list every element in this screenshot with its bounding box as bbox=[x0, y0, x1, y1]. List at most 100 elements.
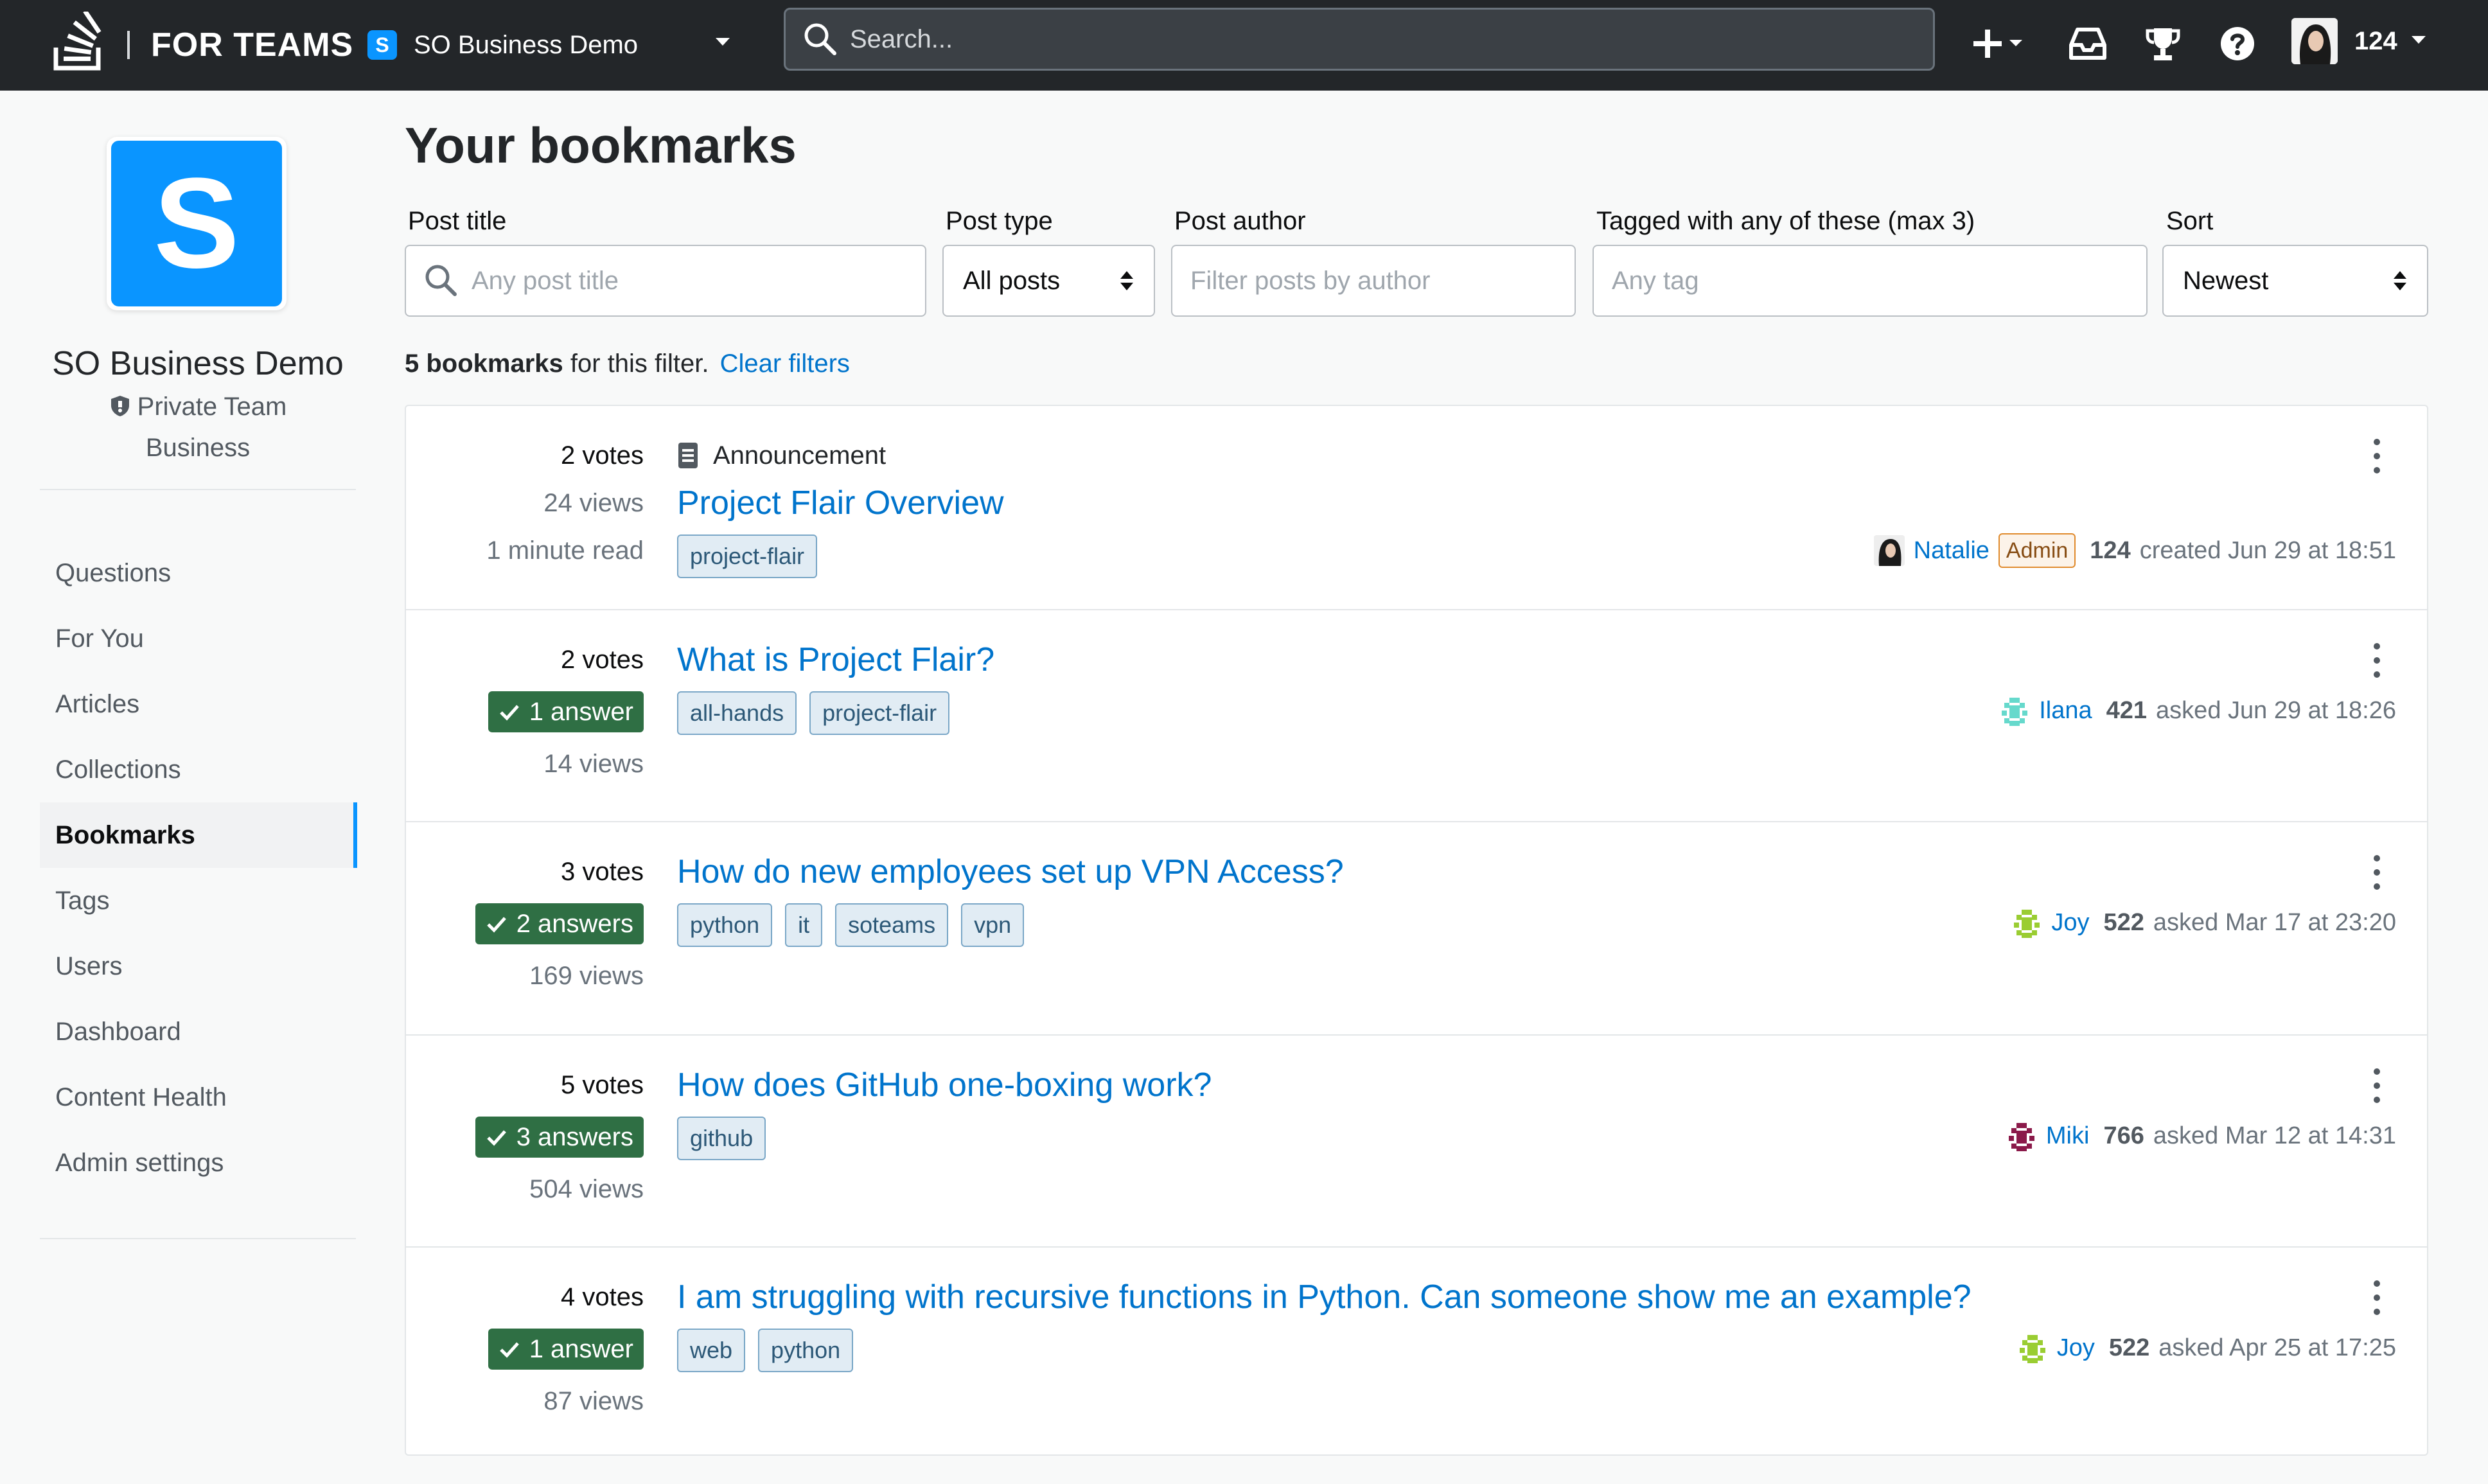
tag-all-hands[interactable]: all-hands bbox=[677, 691, 797, 735]
bookmark-list: 2 votes 24 views 1 minute read Announcement… bbox=[405, 405, 2428, 1456]
post-type-filter-label: Post type bbox=[946, 207, 1053, 235]
sidebar-item-content-health[interactable]: Content Health bbox=[40, 1064, 357, 1130]
post-author-input[interactable] bbox=[1190, 266, 1575, 296]
user-avatar-icon bbox=[2291, 18, 2338, 64]
sidebar-item-users[interactable]: Users bbox=[40, 933, 357, 999]
tags-filter[interactable] bbox=[1592, 245, 2148, 317]
user-avatar-icon[interactable] bbox=[2006, 1120, 2037, 1151]
post-title-link[interactable]: Project Flair Overview bbox=[677, 479, 2347, 527]
sidebar-item-collections[interactable]: Collections bbox=[40, 737, 357, 802]
answer-count: 3 answers bbox=[406, 1109, 644, 1165]
sidebar-item-questions[interactable]: Questions bbox=[40, 540, 357, 606]
team-switcher[interactable]: S SO Business Demo bbox=[367, 24, 638, 66]
post-title-filter[interactable] bbox=[405, 245, 926, 317]
more-options-icon[interactable] bbox=[2372, 853, 2382, 892]
user-reputation[interactable]: 124 bbox=[2354, 22, 2397, 60]
sidebar-item-dashboard[interactable]: Dashboard bbox=[40, 999, 357, 1064]
post-title-link[interactable]: How does GitHub one-boxing work? bbox=[677, 1061, 2347, 1109]
tag-python[interactable]: python bbox=[758, 1329, 854, 1372]
tag-github[interactable]: github bbox=[677, 1117, 766, 1160]
post-stats: 5 votes 3 answers 504 views bbox=[406, 1061, 644, 1213]
sidebar-item-for-you[interactable]: For You bbox=[40, 606, 357, 671]
user-name-link[interactable]: Miki bbox=[2046, 1122, 2090, 1150]
tag-vpn[interactable]: vpn bbox=[961, 903, 1025, 947]
answer-count: 2 answers bbox=[406, 896, 644, 952]
left-sidebar: S SO Business Demo Private Team Business… bbox=[0, 91, 360, 1484]
tag-web[interactable]: web bbox=[677, 1329, 746, 1372]
for-teams-label[interactable]: FOR TEAMS bbox=[151, 23, 353, 67]
result-count: 5 bookmarks bbox=[405, 349, 563, 378]
more-options-icon[interactable] bbox=[2372, 437, 2382, 475]
clear-filters-link[interactable]: Clear filters bbox=[720, 349, 850, 378]
trophy-icon bbox=[2146, 28, 2180, 60]
sidebar-item-articles[interactable]: Articles bbox=[40, 671, 357, 737]
post-title-input[interactable] bbox=[472, 266, 925, 296]
more-options-icon[interactable] bbox=[2372, 641, 2382, 680]
answer-count-label: 3 answers bbox=[516, 1123, 633, 1151]
sort-value: Newest bbox=[2183, 266, 2269, 295]
inbox-icon bbox=[2069, 28, 2106, 60]
user-reputation: 522 bbox=[2103, 908, 2144, 936]
sort-arrows-icon bbox=[1120, 271, 1133, 290]
team-logo[interactable]: S bbox=[107, 137, 287, 310]
user-name-link[interactable]: Joy bbox=[2057, 1334, 2095, 1362]
post-title-link[interactable]: What is Project Flair? bbox=[677, 636, 2347, 684]
post-owner: Natalie Admin 124 created Jun 29 at 18:51 bbox=[1873, 533, 2396, 568]
answered-badge: 3 answers bbox=[475, 1117, 644, 1158]
user-reputation: 522 bbox=[2108, 1334, 2150, 1361]
create-menu-button[interactable] bbox=[1968, 18, 2030, 69]
view-count: 14 views bbox=[543, 750, 644, 778]
caret-down-icon[interactable] bbox=[2409, 33, 2428, 46]
post-owner: Joy 522 asked Apr 25 at 17:25 bbox=[2016, 1332, 2396, 1363]
user-avatar[interactable] bbox=[2291, 18, 2338, 64]
stack-overflow-logo-icon[interactable] bbox=[53, 12, 105, 71]
post-stats: 2 votes 24 views 1 minute read bbox=[406, 432, 644, 574]
post-timestamp: asked Jun 29 at 18:26 bbox=[2156, 696, 2396, 724]
caret-down-icon[interactable] bbox=[713, 35, 732, 48]
sidebar-divider bbox=[40, 1238, 356, 1239]
post-type-select[interactable]: All posts bbox=[942, 245, 1155, 317]
user-avatar-icon[interactable] bbox=[2011, 907, 2043, 938]
post-author-filter-label: Post author bbox=[1174, 207, 1306, 235]
help-icon bbox=[2221, 27, 2254, 60]
post-stats: 4 votes 1 answer 87 views bbox=[406, 1273, 644, 1425]
user-name-link[interactable]: Joy bbox=[2051, 909, 2089, 937]
tags-filter-label: Tagged with any of these (max 3) bbox=[1596, 207, 1975, 235]
post-title-filter-label: Post title bbox=[408, 207, 507, 235]
tag-it[interactable]: it bbox=[785, 903, 823, 947]
inbox-button[interactable] bbox=[2062, 18, 2113, 69]
answer-count-label: 1 answer bbox=[529, 1335, 633, 1363]
sort-select[interactable]: Newest bbox=[2162, 245, 2428, 317]
tags-input[interactable] bbox=[1612, 266, 2146, 296]
more-options-icon[interactable] bbox=[2372, 1066, 2382, 1105]
post-title-link[interactable]: How do new employees set up VPN Access? bbox=[677, 848, 2347, 896]
post-timestamp: asked Mar 17 at 23:20 bbox=[2153, 908, 2396, 936]
sidebar-item-tags[interactable]: Tags bbox=[40, 868, 357, 933]
team-title: SO Business Demo bbox=[52, 345, 344, 382]
tag-project-flair[interactable]: project-flair bbox=[809, 691, 950, 735]
tag-soteams[interactable]: soteams bbox=[835, 903, 949, 947]
help-button[interactable] bbox=[2212, 18, 2263, 69]
answer-count: 1 answer bbox=[406, 1321, 644, 1377]
team-visibility-label: Private Team bbox=[137, 393, 287, 421]
tag-project-flair[interactable]: project-flair bbox=[677, 534, 818, 578]
user-name-link[interactable]: Natalie bbox=[1914, 537, 1990, 565]
user-name-link[interactable]: Ilana bbox=[2039, 697, 2092, 725]
team-plan: Business bbox=[145, 434, 251, 462]
sidebar-item-bookmarks[interactable]: Bookmarks bbox=[40, 802, 357, 868]
post-type-value: All posts bbox=[963, 266, 1061, 295]
search-bar[interactable] bbox=[784, 8, 1935, 71]
user-avatar-icon[interactable] bbox=[1873, 535, 1905, 566]
vote-count: 2 votes bbox=[561, 646, 644, 674]
search-input[interactable] bbox=[850, 24, 1878, 54]
more-options-icon[interactable] bbox=[2372, 1278, 2382, 1317]
plus-icon bbox=[1973, 30, 2022, 58]
user-avatar-icon[interactable] bbox=[1999, 695, 2031, 726]
tag-python[interactable]: python bbox=[677, 903, 773, 947]
achievements-button[interactable] bbox=[2137, 18, 2189, 69]
user-avatar-icon[interactable] bbox=[2016, 1332, 2048, 1363]
sidebar-item-admin-settings[interactable]: Admin settings bbox=[40, 1130, 357, 1196]
post-author-filter[interactable] bbox=[1171, 245, 1576, 317]
post-title-link[interactable]: I am struggling with recursive functions… bbox=[677, 1273, 2347, 1321]
vote-count: 5 votes bbox=[561, 1071, 644, 1099]
